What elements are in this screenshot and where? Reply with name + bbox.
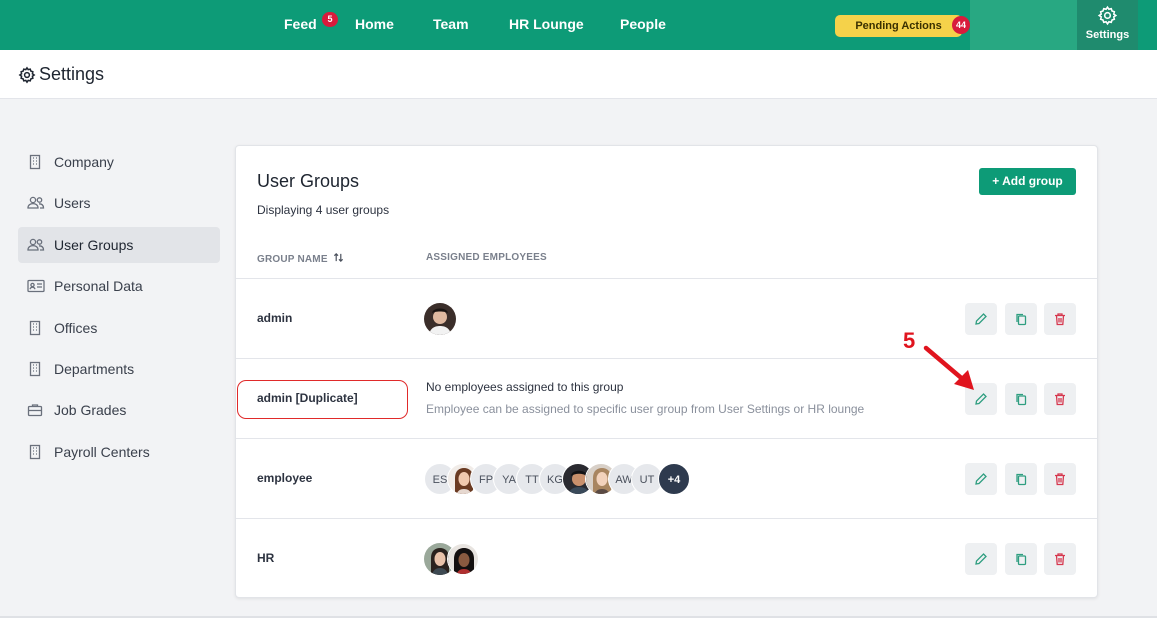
avatar[interactable] bbox=[447, 543, 479, 575]
sidebar-item-user-groups[interactable]: User Groups bbox=[18, 227, 220, 263]
building-icon bbox=[29, 444, 41, 460]
duplicate-button[interactable] bbox=[1005, 463, 1037, 495]
building-icon bbox=[29, 361, 41, 377]
trash-icon bbox=[1055, 313, 1065, 326]
sort-icon bbox=[333, 252, 343, 263]
column-header-assigned-employees: ASSIGNED EMPLOYEES bbox=[426, 252, 547, 263]
add-group-button[interactable]: + Add group bbox=[979, 168, 1076, 195]
nav-team[interactable]: Team bbox=[433, 16, 469, 32]
no-employees-hint: Employee can be assigned to specific use… bbox=[426, 402, 865, 416]
trash-icon bbox=[1055, 393, 1065, 406]
users-icon bbox=[27, 238, 45, 251]
settings-button[interactable]: Settings bbox=[1077, 0, 1138, 50]
pending-badge: 44 bbox=[952, 16, 970, 34]
delete-button[interactable] bbox=[1044, 383, 1076, 415]
card-title: User Groups bbox=[257, 171, 360, 191]
delete-button[interactable] bbox=[1044, 303, 1076, 335]
pending-actions-button[interactable]: Pending Actions bbox=[835, 15, 962, 37]
copy-icon bbox=[1016, 553, 1027, 566]
profile-area[interactable] bbox=[970, 0, 1077, 50]
trash-icon bbox=[1055, 553, 1065, 566]
gear-icon bbox=[1097, 5, 1118, 26]
users-icon bbox=[27, 196, 45, 209]
id-card-icon bbox=[27, 279, 45, 293]
nav-people[interactable]: People bbox=[620, 16, 666, 32]
sidebar-item-offices[interactable]: Offices bbox=[18, 310, 220, 346]
duplicate-button[interactable] bbox=[1005, 303, 1037, 335]
sidebar-item-departments[interactable]: Departments bbox=[18, 351, 220, 387]
delete-button[interactable] bbox=[1044, 463, 1076, 495]
annotation-arrow-icon bbox=[923, 345, 974, 390]
sidebar-item-users[interactable]: Users bbox=[18, 185, 220, 221]
table-row: employee ES FP YA TT KG AW UT +4 bbox=[236, 438, 1097, 518]
pencil-icon bbox=[975, 313, 987, 325]
page-header: Settings bbox=[0, 50, 1157, 99]
edit-button[interactable] bbox=[965, 463, 997, 495]
more-employees-badge[interactable]: +4 bbox=[658, 463, 690, 495]
settings-label: Settings bbox=[1085, 29, 1130, 41]
copy-icon bbox=[1016, 313, 1027, 326]
duplicate-button[interactable] bbox=[1005, 383, 1037, 415]
sidebar-item-job-grades[interactable]: Job Grades bbox=[18, 392, 220, 428]
sidebar-item-company[interactable]: Company bbox=[18, 144, 220, 180]
trash-icon bbox=[1055, 473, 1065, 486]
no-employees-message: No employees assigned to this group bbox=[426, 380, 624, 394]
nav-feed[interactable]: Feed bbox=[284, 16, 317, 32]
pencil-icon bbox=[975, 393, 987, 405]
annotation-step-number: 5 bbox=[903, 328, 916, 353]
briefcase-icon bbox=[27, 404, 43, 417]
gear-icon bbox=[18, 66, 36, 84]
copy-icon bbox=[1016, 393, 1027, 406]
feed-badge: 5 bbox=[322, 12, 338, 27]
duplicate-button[interactable] bbox=[1005, 543, 1037, 575]
edit-button[interactable] bbox=[965, 303, 997, 335]
copy-icon bbox=[1016, 473, 1027, 486]
delete-button[interactable] bbox=[1044, 543, 1076, 575]
sidebar-item-personal-data[interactable]: Personal Data bbox=[18, 268, 220, 304]
group-name: admin bbox=[257, 311, 293, 325]
page-title: Settings bbox=[39, 64, 105, 84]
top-navbar: Feed 5 Home Team HR Lounge People Pendin… bbox=[0, 0, 1157, 50]
avatar[interactable] bbox=[424, 303, 456, 335]
building-icon bbox=[29, 154, 41, 170]
group-name: admin [Duplicate] bbox=[257, 391, 358, 405]
pencil-icon bbox=[975, 473, 987, 485]
table-row: HR bbox=[236, 518, 1097, 598]
building-icon bbox=[29, 320, 41, 336]
nav-hr-lounge[interactable]: HR Lounge bbox=[509, 16, 584, 32]
group-name: HR bbox=[257, 551, 275, 565]
group-name: employee bbox=[257, 471, 313, 485]
sidebar-item-payroll-centers[interactable]: Payroll Centers bbox=[18, 434, 220, 470]
card-subtitle: Displaying 4 user groups bbox=[257, 203, 390, 217]
column-header-group-name[interactable]: GROUP NAME bbox=[257, 252, 344, 265]
edit-button[interactable] bbox=[965, 543, 997, 575]
nav-home[interactable]: Home bbox=[355, 16, 394, 32]
pencil-icon bbox=[975, 553, 987, 565]
